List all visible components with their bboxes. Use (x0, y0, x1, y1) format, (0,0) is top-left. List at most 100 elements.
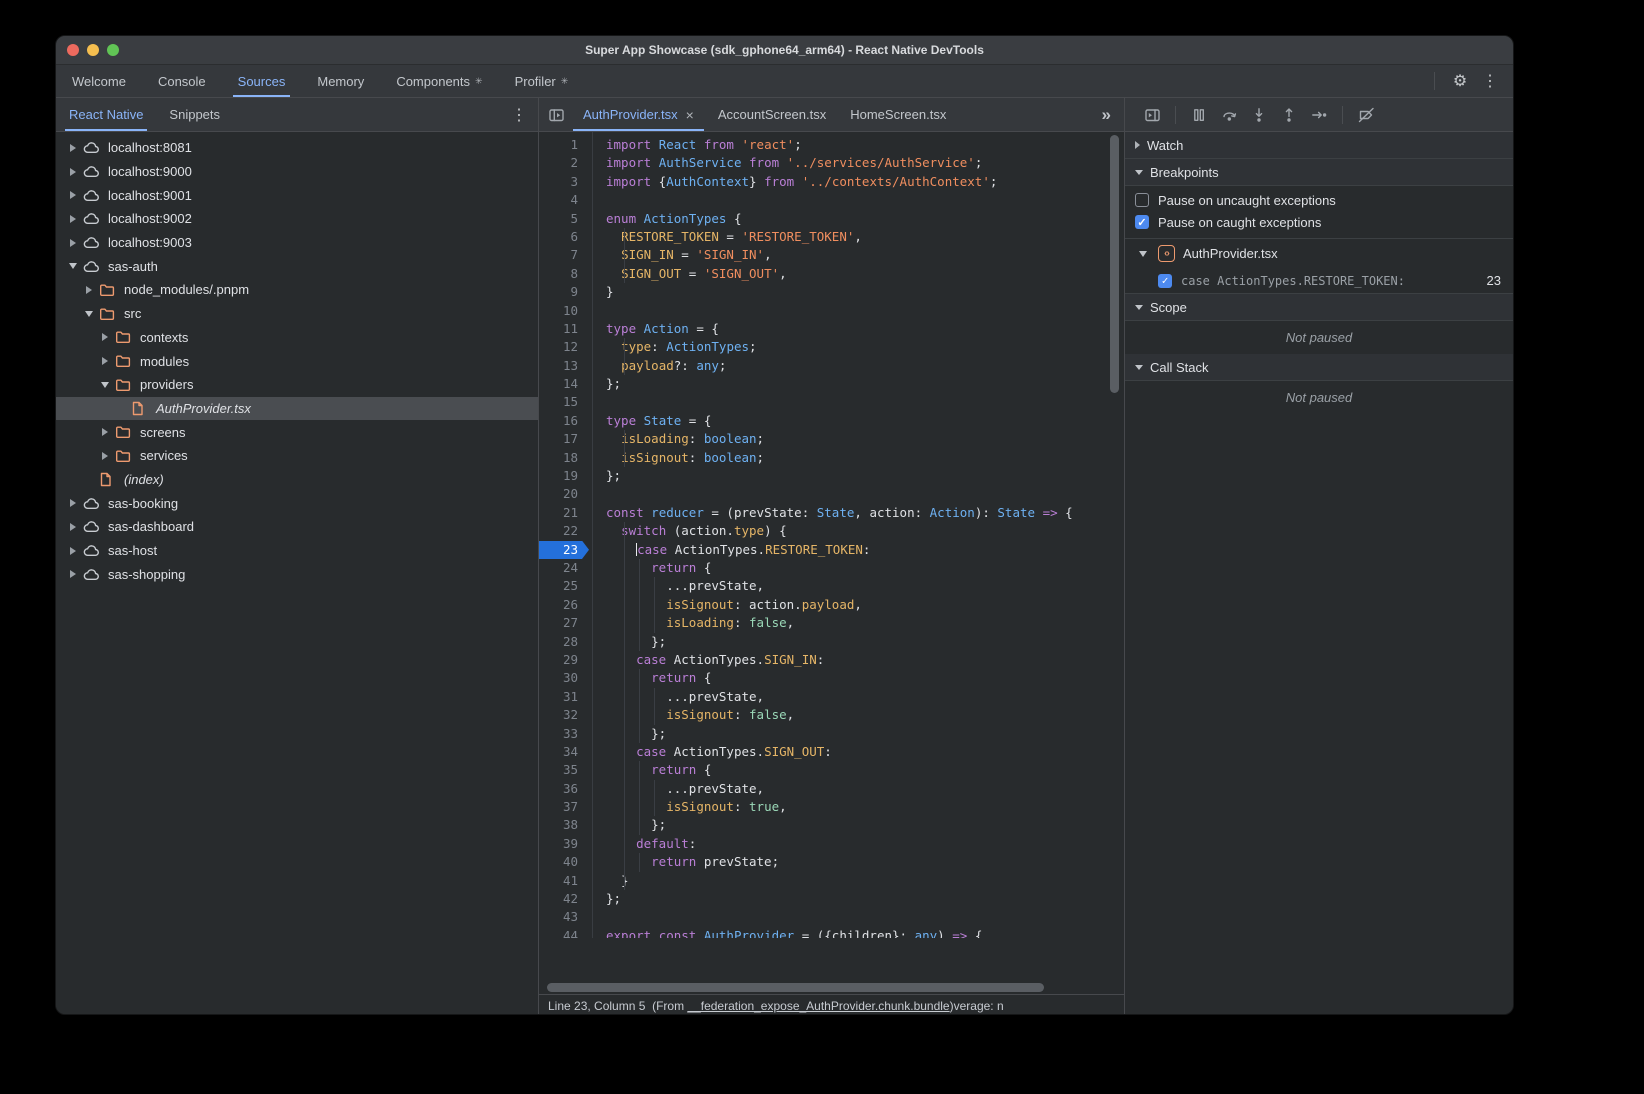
tree-item-contexts[interactable]: contexts (56, 326, 538, 350)
tree-collapsed-arrow-icon[interactable] (97, 333, 112, 341)
line-number[interactable]: 11 (539, 320, 589, 338)
tree-collapsed-arrow-icon[interactable] (65, 191, 80, 199)
tree-item-sas-auth[interactable]: sas-auth (56, 254, 538, 278)
tree-item-providers[interactable]: providers (56, 373, 538, 397)
line-number[interactable]: 35 (539, 761, 589, 779)
tree-item-localhost-9000[interactable]: localhost:9000 (56, 160, 538, 184)
tab-console[interactable]: Console (153, 65, 211, 97)
navigator-tab-react-native[interactable]: React Native (65, 98, 147, 131)
line-number[interactable]: 26 (539, 596, 589, 614)
deactivate-breakpoints-icon[interactable] (1351, 102, 1381, 128)
close-tab-icon[interactable]: × (686, 107, 694, 123)
line-number[interactable]: 10 (539, 302, 589, 320)
tree-item-screens[interactable]: screens (56, 420, 538, 444)
step-icon[interactable] (1304, 102, 1334, 128)
line-number[interactable]: 15 (539, 393, 589, 411)
settings-gear-icon[interactable]: ⚙ (1447, 68, 1473, 94)
line-number[interactable]: 13 (539, 357, 589, 375)
source-bundle-link[interactable]: __federation_expose_AuthProvider.chunk.b… (687, 999, 949, 1013)
editor-tab-accountscreen-tsx[interactable]: AccountScreen.tsx (708, 98, 836, 131)
tree-collapsed-arrow-icon[interactable] (65, 144, 80, 152)
tree-collapsed-arrow-icon[interactable] (65, 523, 80, 531)
unchecked-checkbox[interactable] (1135, 193, 1149, 207)
tree-item-localhost-9001[interactable]: localhost:9001 (56, 183, 538, 207)
tree-item-modules[interactable]: modules (56, 349, 538, 373)
line-number[interactable]: 31 (539, 688, 589, 706)
tree-collapsed-arrow-icon[interactable] (81, 286, 96, 294)
line-number[interactable]: 5 (539, 210, 589, 228)
tree-item-sas-shopping[interactable]: sas-shopping (56, 562, 538, 586)
tree-item-node-modules-pnpm[interactable]: node_modules/.pnpm (56, 278, 538, 302)
line-number[interactable]: 40 (539, 853, 589, 871)
tree-collapsed-arrow-icon[interactable] (97, 357, 112, 365)
breakpoint-entry[interactable]: ✓case ActionTypes.RESTORE_TOKEN:23 (1125, 268, 1513, 294)
line-number[interactable]: 32 (539, 706, 589, 724)
line-number[interactable]: 37 (539, 798, 589, 816)
breakpoint-file-group[interactable]: ‹›AuthProvider.tsx (1125, 239, 1513, 268)
line-number[interactable]: 18 (539, 449, 589, 467)
line-number[interactable]: 21 (539, 504, 589, 522)
step-out-icon[interactable] (1274, 102, 1304, 128)
tree-expanded-arrow-icon[interactable] (81, 311, 96, 317)
line-number[interactable]: 8 (539, 265, 589, 283)
line-number[interactable]: 42 (539, 890, 589, 908)
line-number[interactable]: 34 (539, 743, 589, 761)
tree-collapsed-arrow-icon[interactable] (65, 215, 80, 223)
call-stack-section-header[interactable]: Call Stack (1125, 354, 1513, 381)
line-number[interactable]: 2 (539, 154, 589, 172)
line-number[interactable]: 20 (539, 485, 589, 503)
tree-expanded-arrow-icon[interactable] (1135, 251, 1150, 257)
editor-tab-homescreen-tsx[interactable]: HomeScreen.tsx (840, 98, 956, 131)
tree-collapsed-arrow-icon[interactable] (65, 547, 80, 555)
tree-collapsed-arrow-icon[interactable] (97, 452, 112, 460)
tree-expanded-arrow-icon[interactable] (97, 382, 112, 388)
scope-section-header[interactable]: Scope (1125, 294, 1513, 321)
line-number[interactable]: 19 (539, 467, 589, 485)
line-number[interactable]: 25 (539, 577, 589, 595)
line-number[interactable]: 16 (539, 412, 589, 430)
more-options-kebab-icon[interactable]: ⋮ (1477, 68, 1503, 94)
tree-collapsed-arrow-icon[interactable] (65, 168, 80, 176)
line-number[interactable]: 27 (539, 614, 589, 632)
tree-item-src[interactable]: src (56, 302, 538, 326)
step-into-icon[interactable] (1244, 102, 1274, 128)
editor-tab-authprovider-tsx[interactable]: AuthProvider.tsx× (573, 98, 704, 131)
line-number[interactable]: 1 (539, 136, 589, 154)
editor-vertical-scrollbar[interactable] (1110, 135, 1119, 393)
line-number[interactable]: 33 (539, 725, 589, 743)
tree-item-localhost-9003[interactable]: localhost:9003 (56, 231, 538, 255)
watch-section-header[interactable]: Watch (1125, 132, 1513, 159)
close-window-button[interactable] (67, 44, 79, 56)
breakpoints-section-header[interactable]: Breakpoints (1125, 158, 1513, 186)
tree-item-localhost-9002[interactable]: localhost:9002 (56, 207, 538, 231)
line-number[interactable]: 41 (539, 872, 589, 890)
tree-collapsed-arrow-icon[interactable] (65, 239, 80, 247)
tree-collapsed-arrow-icon[interactable] (65, 499, 80, 507)
execution-line-number[interactable]: 23 (539, 541, 589, 559)
minimize-window-button[interactable] (87, 44, 99, 56)
tree-item-localhost-8081[interactable]: localhost:8081 (56, 136, 538, 160)
tree-expanded-arrow-icon[interactable] (65, 263, 80, 269)
tree-item-sas-host[interactable]: sas-host (56, 539, 538, 563)
more-tabs-chevron-icon[interactable]: » (1102, 98, 1124, 131)
tree-item-authprovider-tsx[interactable]: AuthProvider.tsx (56, 397, 538, 421)
step-over-icon[interactable] (1214, 102, 1244, 128)
toggle-debugger-sidebar-icon[interactable] (1137, 102, 1167, 128)
line-number[interactable]: 6 (539, 228, 589, 246)
line-number[interactable]: 9 (539, 283, 589, 301)
line-number[interactable]: 28 (539, 633, 589, 651)
code-editor[interactable]: 1import React from 'react';2import AuthS… (539, 132, 1124, 980)
tab-memory[interactable]: Memory (312, 65, 369, 97)
line-number[interactable]: 38 (539, 816, 589, 834)
tree-item-services[interactable]: services (56, 444, 538, 468)
checked-checkbox[interactable]: ✓ (1158, 274, 1172, 288)
tab-welcome[interactable]: Welcome (67, 65, 131, 97)
line-number[interactable]: 14 (539, 375, 589, 393)
line-number[interactable]: 12 (539, 338, 589, 356)
line-number[interactable]: 7 (539, 246, 589, 264)
tree-collapsed-arrow-icon[interactable] (65, 570, 80, 578)
pause-icon[interactable] (1184, 102, 1214, 128)
line-number[interactable]: 36 (539, 780, 589, 798)
tree-item-sas-booking[interactable]: sas-booking (56, 491, 538, 515)
tab-sources[interactable]: Sources (233, 65, 291, 97)
